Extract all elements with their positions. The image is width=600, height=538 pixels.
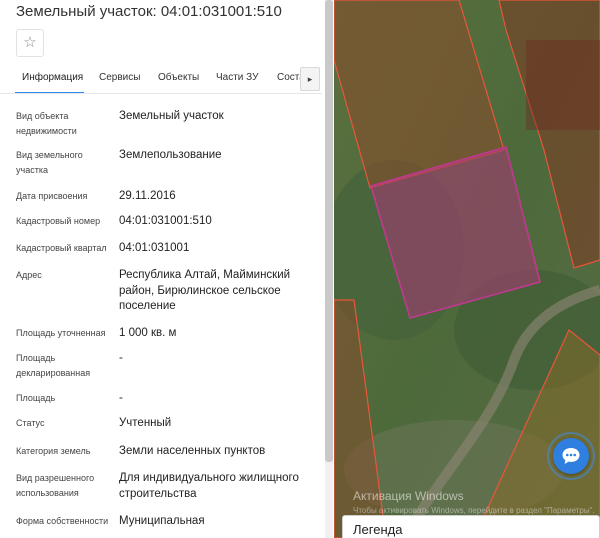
field-label: Вид объекта недвижимости [16,111,77,136]
field-label: Площадь декларированная [16,353,91,378]
windows-activation-hint: Чтобы активировать Windows, перейдите в … [353,506,595,515]
field-label: Вид разрешенного использования [16,473,95,498]
field-value: 29.11.2016 [119,190,176,202]
chevron-right-icon[interactable]: ▸ [300,67,320,91]
field-value: Земли населенных пунктов [119,445,266,457]
active-tab-indicator [15,92,84,93]
field-label: Вид земельного участка [16,150,83,175]
page-title: Земельный участок: 04:01:031001:510 [16,3,282,20]
panel-scrollbar-thumb[interactable] [325,0,333,462]
field-value: Муниципальная [119,515,205,527]
field-value: 04:01:031001 [119,242,190,254]
tab-information[interactable]: Информация [22,72,83,83]
address-value: Республика Алтай, Майминский район, Бирю… [119,269,291,312]
field-value: 04:01:031001:510 [119,215,212,227]
chat-button[interactable] [553,438,589,474]
field-value: Учтенный [119,417,172,429]
windows-activation-watermark: Активация Windows [353,489,464,503]
field-label: Адрес [16,270,42,280]
field-label: Кадастровый номер [16,216,101,226]
field-value: Землепользование [119,149,222,161]
field-label: Статус [16,418,45,428]
land-parcel [526,40,600,130]
tab-bar: Информация Сервисы Объекты Части ЗУ Сост… [0,64,322,94]
field-value: - [119,392,123,404]
field-value: Земельный участок [119,110,224,122]
field-label: Площадь уточненная [16,328,106,338]
field-value: Для индивидуального жилищного строительс… [119,472,299,500]
field-label: Площадь [16,393,56,403]
tab-parts[interactable]: Части ЗУ [216,72,258,83]
star-icon[interactable]: ☆ [16,29,44,57]
tab-objects[interactable]: Объекты [158,72,199,83]
legend-toggle[interactable]: Легенда [342,515,600,538]
field-label: Кадастровый квартал [16,243,107,253]
field-label: Дата присвоения [16,191,88,201]
map-view[interactable]: Активация Windows Чтобы активировать Win… [334,0,600,538]
chat-bubble-icon [562,448,580,464]
tab-services[interactable]: Сервисы [99,72,140,83]
info-panel: Земельный участок: 04:01:031001:510 ☆ Ин… [0,0,334,538]
field-label: Категория земель [16,446,91,456]
field-value: 1 000 кв. м [119,327,177,339]
field-value: - [119,352,123,364]
field-label: Форма собственности [16,516,109,526]
